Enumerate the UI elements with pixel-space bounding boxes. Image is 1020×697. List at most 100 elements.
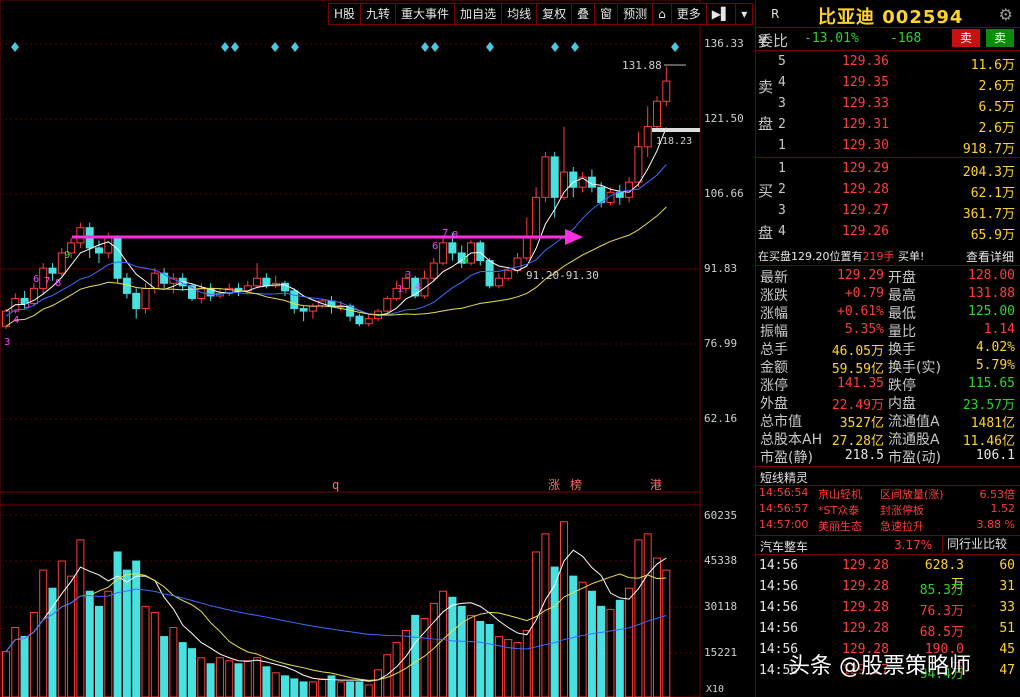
bottom-mark-2: 榜 xyxy=(570,477,582,492)
quote-panel: R 比亚迪 002594 ⚙ 委比 -13.01% -168 卖 卖 ¥ 卖盘 5 1… xyxy=(755,0,1020,697)
stat-row: 外盘 22.49万 内盘 23.57万 xyxy=(756,393,1020,413)
sell-side-char-0: ¥ xyxy=(758,32,768,50)
ask-row[interactable]: 2 129.31 2.6万 xyxy=(756,116,1020,137)
ask-row[interactable]: 1 129.30 918.7万 xyxy=(756,137,1020,158)
sprite-row[interactable]: 14:56:57 *ST众泰 封涨停板 1.52 xyxy=(756,502,1020,518)
volume-bar xyxy=(215,657,224,697)
volume-bar xyxy=(364,684,373,697)
volume-bar xyxy=(234,663,243,697)
stat-label: 换手(实) xyxy=(888,360,941,376)
volume-bar xyxy=(67,575,76,697)
stat-label: 跌停 xyxy=(888,378,916,394)
volume-bar xyxy=(457,605,466,697)
toolbar-item-7[interactable]: 窗 xyxy=(595,4,619,24)
stat-value: 1.14 xyxy=(983,322,1015,337)
volume-bar xyxy=(522,630,531,697)
sprite-event: 急速拉升 xyxy=(880,520,924,533)
stat-label: 金额 xyxy=(760,360,788,376)
volume-bar xyxy=(318,678,327,697)
gear-icon[interactable]: ⚙ xyxy=(999,5,1013,24)
volume-bar xyxy=(374,669,382,697)
candle-body xyxy=(104,237,113,254)
sprite-stock: 京山轻机 xyxy=(818,488,862,501)
notice-amount: 219手 xyxy=(862,250,895,263)
buy-button[interactable]: 卖 xyxy=(986,29,1014,47)
ask-price: 129.33 xyxy=(842,96,889,111)
price-label-4: 91.83 xyxy=(704,262,738,275)
sprite-row[interactable]: 14:57:00 美丽生态 急速拉升 3.88 % xyxy=(756,518,1020,534)
tick-row: 14:56 129.28 85.3万 31 xyxy=(756,577,1020,598)
candle-body xyxy=(541,156,550,198)
volume-bar xyxy=(448,596,457,697)
bid-row[interactable]: 3 129.27 361.7万 xyxy=(756,202,1020,223)
candle-body xyxy=(522,237,531,259)
volume-bar xyxy=(243,660,252,697)
toolbar-item-0[interactable]: H股 xyxy=(329,4,362,24)
tick-row: 14:56 129.28 628.3万 60 xyxy=(756,556,1020,592)
candle-body xyxy=(560,171,568,198)
bid-level: 2 xyxy=(778,182,786,197)
bid-row[interactable]: 2 129.28 62.1万 xyxy=(756,181,1020,202)
toolbar-item-4[interactable]: 均线 xyxy=(502,4,538,24)
volume-bar xyxy=(160,636,169,697)
sprite-row[interactable]: 14:56:54 京山轻机 区间放量(涨) 6.53倍 xyxy=(756,486,1020,502)
tick-price: 129.28 xyxy=(842,600,889,615)
trend-arrowhead xyxy=(565,229,583,245)
stat-value: +0.61% xyxy=(837,304,884,319)
tick-volume: 68.5万 xyxy=(919,625,964,640)
event-diamond xyxy=(431,42,439,52)
peer-compare-button[interactable]: 同行业比较 xyxy=(942,536,1011,553)
ask-volume: 11.6万 xyxy=(970,58,1015,73)
event-diamond xyxy=(671,42,679,52)
toolbar-item-1[interactable]: 九转 xyxy=(361,4,397,24)
notice-detail-link[interactable]: 查看详细 xyxy=(966,248,1014,265)
bid-level: 3 xyxy=(778,203,786,218)
toolbar-item-5[interactable]: 复权 xyxy=(537,4,573,24)
stat-value: +0.79 xyxy=(844,286,884,301)
stat-row: 总股本AH 27.28亿 流通股A 11.46亿 xyxy=(756,429,1020,449)
ask-row[interactable]: 4 129.35 2.6万 xyxy=(756,74,1020,95)
ask-row[interactable]: 5 129.36 11.6万 xyxy=(756,53,1020,74)
volume-bar xyxy=(299,681,308,697)
stat-label: 涨停 xyxy=(760,378,788,394)
volume-bar xyxy=(308,681,317,697)
stat-row: 振幅 5.35% 量比 1.14 xyxy=(756,321,1020,340)
toolbar-item-12[interactable]: ▾ xyxy=(736,4,752,24)
sell-button[interactable]: 卖 xyxy=(952,29,980,47)
toolbar-item-8[interactable]: 预测 xyxy=(618,4,654,24)
kline-chart[interactable]: 131.88118.2391.20-91.30q 涨榜港3456 7 8913467 8… xyxy=(0,0,755,697)
tick-count: 45 xyxy=(999,642,1015,657)
toolbar-item-9[interactable]: ⌂ xyxy=(653,4,672,24)
tick-volume: 85.3万 xyxy=(919,583,964,598)
bid-row[interactable]: 1 129.29 204.3万 xyxy=(756,160,1020,181)
td-count-mark: 8 xyxy=(452,230,458,241)
tick-price: 129.28 xyxy=(842,621,889,636)
tick-volume: 76.3万 xyxy=(919,604,964,619)
stats-separator xyxy=(756,265,1020,266)
stock-name-text: 比亚迪 xyxy=(818,7,875,28)
td-count-mark: 1 xyxy=(397,284,403,295)
candle-body xyxy=(439,242,448,264)
bid-level: 4 xyxy=(778,224,786,239)
ask-volume: 6.5万 xyxy=(978,100,1015,115)
candle-body xyxy=(643,126,652,148)
ask-level: 5 xyxy=(778,54,786,69)
toolbar-item-3[interactable]: 加自选 xyxy=(455,4,503,24)
toolbar-item-2[interactable]: 重大事件 xyxy=(396,4,456,24)
tick-price: 129.28 xyxy=(842,558,889,573)
event-diamond xyxy=(271,42,279,52)
volume-bar xyxy=(225,660,234,697)
candle-body xyxy=(494,277,503,287)
toolbar-item-11[interactable]: ▶▌ xyxy=(707,4,737,24)
candle-body xyxy=(113,237,122,279)
event-diamond xyxy=(11,42,19,52)
volume-bar xyxy=(253,657,262,697)
toolbar-item-6[interactable]: 叠 xyxy=(572,4,596,24)
ask-row[interactable]: 3 129.33 6.5万 xyxy=(756,95,1020,116)
toolbar-item-10[interactable]: 更多 xyxy=(672,4,707,24)
stat-value: 141.35 xyxy=(837,376,884,391)
ask-price: 129.36 xyxy=(842,54,889,69)
volume-bar xyxy=(48,587,57,697)
volume-bar xyxy=(169,627,178,697)
bid-row[interactable]: 4 129.26 65.9万 xyxy=(756,223,1020,244)
